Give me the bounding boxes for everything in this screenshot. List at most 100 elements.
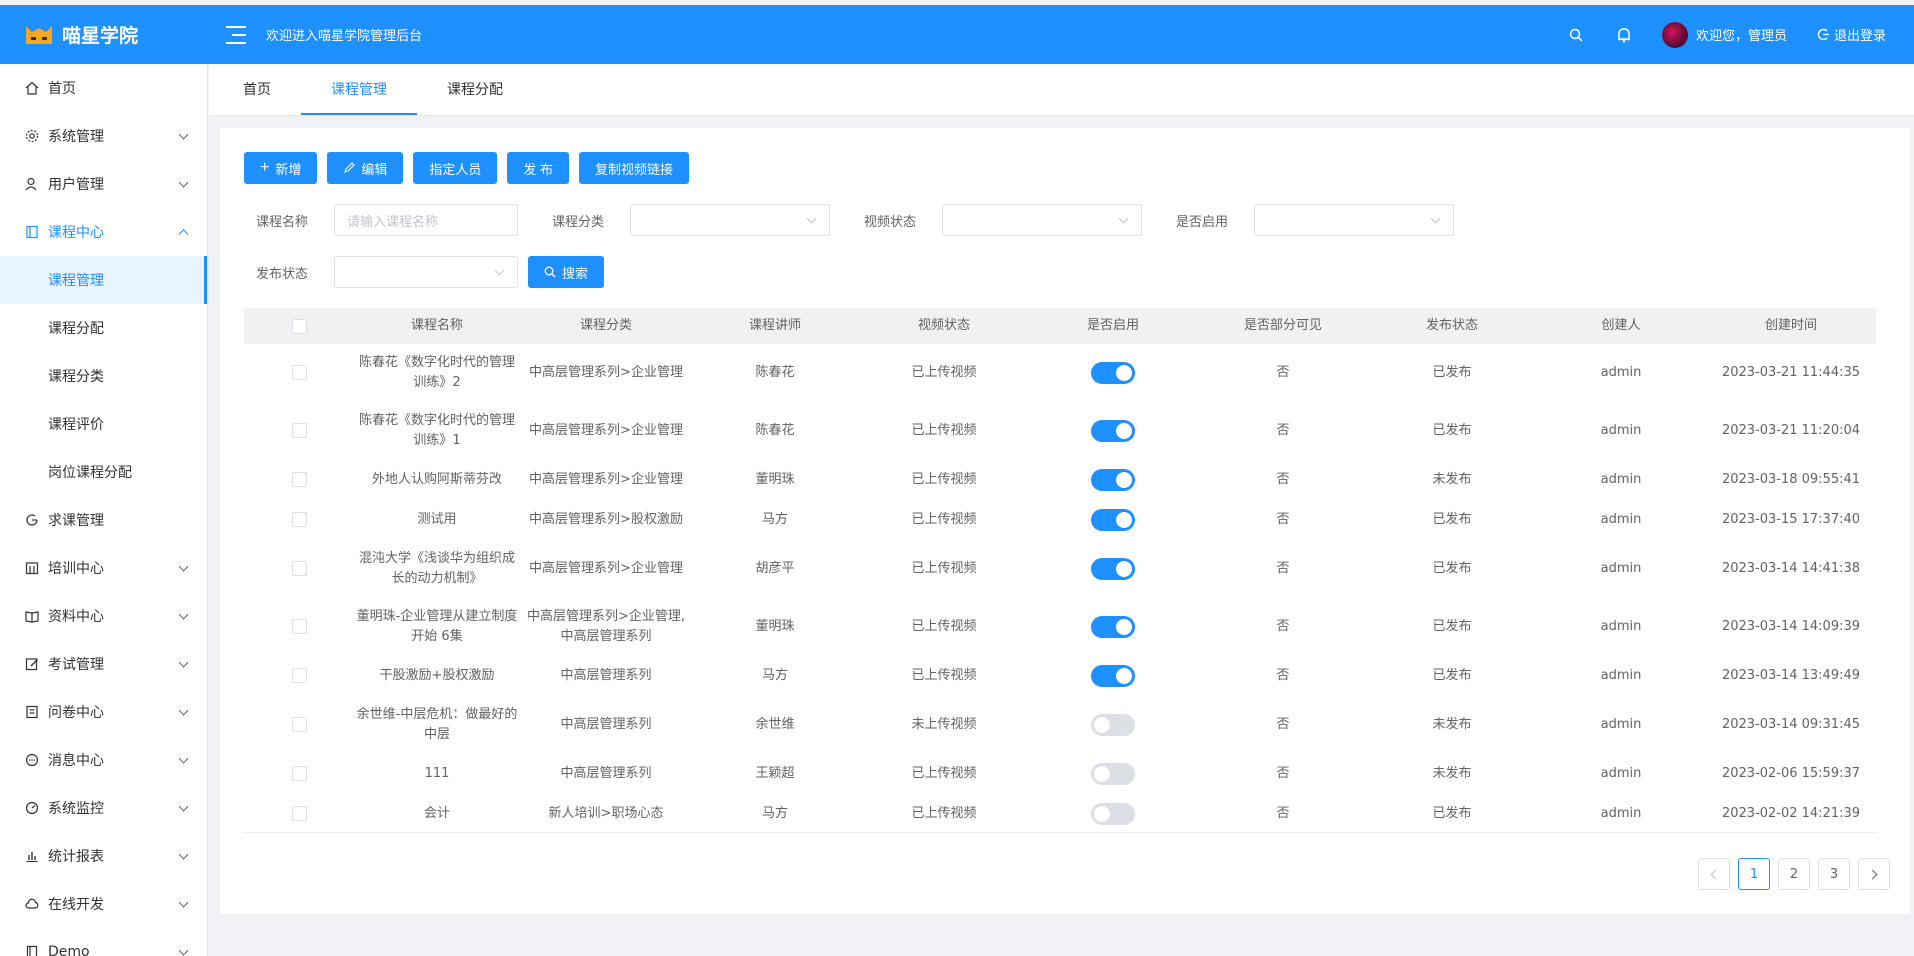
select-all-checkbox[interactable] — [292, 318, 307, 334]
cell-category: 中高层管理系列>企业管理 — [529, 364, 683, 380]
cell-time: 2023-02-06 15:59:37 — [1721, 765, 1861, 781]
sidebar-item-label: 资料中心 — [48, 609, 104, 625]
table-row[interactable]: 测试用 中高层管理系列>股权激励 马方 已上传视频 否 已发布 admin 2023-03-1… — [244, 500, 1876, 540]
table-row[interactable]: 会计 新人培训>职场心态 马方 已上传视频 否 已发布 admin 2023-02-02 14… — [244, 794, 1876, 834]
assign-button[interactable]: 指定人员 — [413, 152, 498, 184]
menu-toggle-icon[interactable] — [226, 25, 246, 44]
publish-status-select[interactable] — [334, 256, 518, 288]
enabled-toggle[interactable] — [1091, 664, 1135, 687]
col-header-partial: 是否部分可见 — [1243, 318, 1322, 333]
sidebar-item-exam[interactable]: 考试管理 — [0, 640, 207, 688]
row-checkbox[interactable] — [292, 423, 307, 438]
edit-button[interactable]: 编辑 — [327, 152, 404, 184]
row-checkbox[interactable] — [292, 472, 307, 487]
cell-publish: 已发布 — [1432, 667, 1472, 683]
sidebar-item-survey[interactable]: 问卷中心 — [0, 688, 207, 736]
chevron-down-icon — [178, 897, 189, 908]
row-checkbox[interactable] — [292, 766, 307, 781]
course-name-input[interactable]: 请输入课程名称 — [334, 204, 518, 236]
enabled-toggle[interactable] — [1091, 762, 1135, 785]
sidebar-item-resources[interactable]: 资料中心 — [0, 592, 207, 640]
table-row[interactable]: 111 中高层管理系列 王颖超 已上传视频 否 未发布 admin 2023-02-06 15… — [244, 754, 1876, 794]
page-button-1[interactable]: 1 — [1738, 858, 1770, 890]
search-button[interactable]: 搜索 — [528, 256, 605, 288]
tab-course-assign[interactable]: 课程分配 — [417, 63, 533, 115]
cell-creator: admin — [1600, 511, 1642, 527]
table-row[interactable]: 陈春花《数字化时代的管理训练》1 中高层管理系列>企业管理 陈春花 已上传视频 否 已发布… — [244, 402, 1876, 460]
cell-creator: admin — [1600, 471, 1642, 487]
col-header-video: 视频状态 — [917, 318, 970, 333]
sidebar-subitem-course-manage[interactable]: 课程管理 — [0, 256, 207, 304]
row-checkbox[interactable] — [292, 365, 307, 380]
sidebar-item-online-dev[interactable]: 在线开发 — [0, 880, 207, 928]
row-checkbox[interactable] — [292, 512, 307, 527]
sidebar-item-users[interactable]: 用户管理 — [0, 160, 207, 208]
table-row[interactable]: 混沌大学《浅谈华为组织成长的动力机制》 中高层管理系列>企业管理 胡彦平 已上传视频 否… — [244, 540, 1876, 598]
enabled-toggle[interactable] — [1091, 419, 1135, 442]
prev-page-button[interactable] — [1698, 858, 1730, 890]
table-row[interactable]: 干股激励+股权激励 中高层管理系列 马方 已上传视频 否 已发布 admin 2023-03-… — [244, 656, 1876, 696]
cell-creator: admin — [1600, 805, 1642, 821]
sidebar-item-course-request[interactable]: 求课管理 — [0, 496, 207, 544]
cell-time: 2023-02-02 14:21:39 — [1721, 805, 1861, 821]
enabled-toggle[interactable] — [1091, 557, 1135, 580]
cell-publish: 已发布 — [1432, 618, 1472, 634]
enabled-toggle[interactable] — [1091, 802, 1135, 825]
sidebar-subitem-position-course[interactable]: 岗位课程分配 — [0, 448, 207, 496]
bar-chart-icon — [24, 848, 40, 864]
enabled-label: 是否启用 — [1176, 214, 1229, 230]
plus-icon: + — [260, 159, 270, 176]
publish-status-label: 发布状态 — [256, 266, 309, 282]
sidebar-item-course-center[interactable]: 课程中心 — [0, 208, 207, 256]
sidebar-item-reports[interactable]: 统计报表 — [0, 832, 207, 880]
chevron-down-icon — [178, 177, 189, 188]
sidebar-subitem-course-review[interactable]: 课程评价 — [0, 400, 207, 448]
sidebar-item-label: Demo — [48, 944, 90, 956]
tab-course-manage[interactable]: 课程管理 — [301, 63, 417, 115]
publish-button[interactable]: 发 布 — [507, 152, 570, 184]
row-checkbox[interactable] — [292, 668, 307, 683]
enabled-toggle[interactable] — [1091, 508, 1135, 531]
row-checkbox[interactable] — [292, 717, 307, 732]
sidebar-item-demo[interactable]: Demo — [0, 928, 207, 956]
enabled-select[interactable] — [1254, 204, 1454, 236]
sidebar-subitem-course-assign[interactable]: 课程分配 — [0, 304, 207, 352]
sidebar-item-training[interactable]: 培训中心 — [0, 544, 207, 592]
sidebar-item-messages[interactable]: 消息中心 — [0, 736, 207, 784]
sidebar-item-label: 首页 — [48, 81, 76, 97]
col-header-creator: 创建人 — [1601, 318, 1641, 333]
row-checkbox[interactable] — [292, 806, 307, 821]
logout-icon — [1817, 28, 1829, 41]
row-checkbox[interactable] — [292, 619, 307, 634]
table-row[interactable]: 余世维-中层危机：做最好的中层 中高层管理系列 余世维 未上传视频 否 未发布 admin 2… — [244, 696, 1876, 754]
next-page-button[interactable] — [1858, 858, 1890, 890]
search-icon[interactable] — [1552, 28, 1600, 42]
video-status-select[interactable] — [942, 204, 1142, 236]
tab-home[interactable]: 首页 — [213, 63, 301, 115]
bell-icon[interactable] — [1600, 27, 1648, 43]
enabled-toggle[interactable] — [1091, 615, 1135, 638]
enabled-toggle[interactable] — [1091, 713, 1135, 736]
logo[interactable]: 喵星学院 — [0, 5, 208, 64]
table-row[interactable]: 董明珠-企业管理从建立制度开始 6集 中高层管理系列>企业管理,中高层管理系列 董明… — [244, 598, 1876, 656]
enabled-toggle[interactable] — [1091, 468, 1135, 491]
row-checkbox[interactable] — [292, 561, 307, 576]
course-name-placeholder: 请输入课程名称 — [347, 214, 439, 230]
sidebar-subitem-course-category[interactable]: 课程分类 — [0, 352, 207, 400]
page-button-2[interactable]: 2 — [1778, 858, 1810, 890]
enabled-toggle[interactable] — [1091, 361, 1135, 384]
copy-link-button[interactable]: 复制视频链接 — [579, 152, 690, 184]
calendar-icon — [24, 560, 40, 576]
cell-name: 混沌大学《浅谈华为组织成长的动力机制》 — [358, 550, 515, 586]
sidebar-item-monitor[interactable]: 系统监控 — [0, 784, 207, 832]
add-button[interactable]: + 新增 — [244, 152, 318, 184]
page-button-3[interactable]: 3 — [1818, 858, 1850, 890]
chevron-down-icon — [178, 657, 189, 668]
table-row[interactable]: 陈春花《数字化时代的管理训练》2 中高层管理系列>企业管理 陈春花 已上传视频 否 已发布… — [244, 344, 1876, 402]
sidebar-item-home[interactable]: 首页 — [0, 64, 207, 112]
logout-button[interactable]: 退出登录 — [1817, 25, 1886, 44]
table-row[interactable]: 外地人认购阿斯蒂芬改 中高层管理系列>企业管理 董明珠 已上传视频 否 未发布 admin 2… — [244, 460, 1876, 500]
category-select[interactable] — [630, 204, 830, 236]
avatar[interactable] — [1661, 21, 1688, 48]
sidebar-item-system[interactable]: 系统管理 — [0, 112, 207, 160]
